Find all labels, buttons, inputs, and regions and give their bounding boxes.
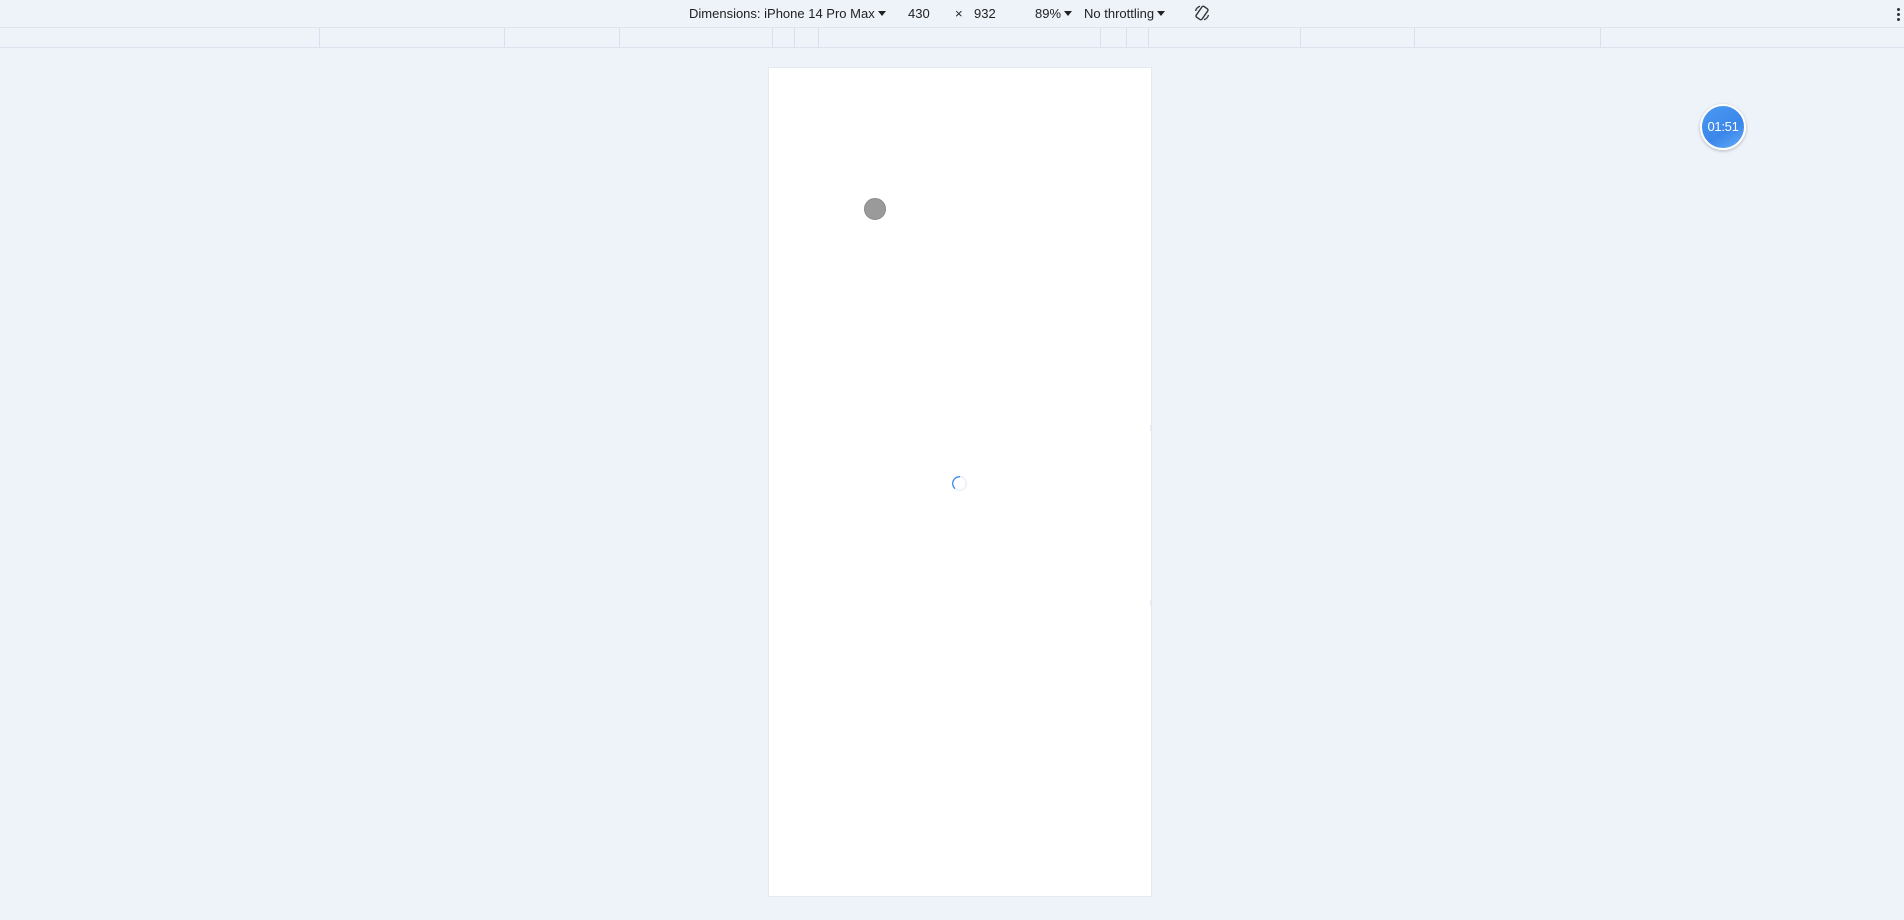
more-options-icon[interactable] bbox=[1897, 8, 1900, 22]
loading-spinner-icon bbox=[952, 476, 967, 491]
height-input[interactable]: 932 bbox=[974, 6, 996, 22]
times-symbol: × bbox=[955, 6, 963, 21]
timer-badge[interactable]: 01:51 bbox=[1700, 104, 1746, 150]
width-input[interactable]: 430 bbox=[908, 6, 930, 22]
ruler-tick bbox=[504, 28, 505, 47]
touch-cursor-indicator bbox=[864, 198, 886, 220]
device-viewport[interactable] bbox=[768, 67, 1152, 897]
rotate-button[interactable] bbox=[1193, 4, 1211, 21]
ruler-tick bbox=[1300, 28, 1301, 47]
ruler-tick bbox=[772, 28, 773, 47]
media-query-ruler[interactable] bbox=[0, 28, 1904, 48]
chevron-down-icon bbox=[1157, 11, 1166, 16]
ruler-tick bbox=[1126, 28, 1127, 47]
resize-handle-mark bbox=[1150, 600, 1152, 606]
chevron-down-icon bbox=[877, 11, 886, 16]
ruler-tick bbox=[818, 28, 819, 47]
ruler-tick bbox=[794, 28, 795, 47]
zoom-dropdown[interactable]: 89% bbox=[1035, 6, 1073, 22]
dimensions-dropdown[interactable]: Dimensions: iPhone 14 Pro Max bbox=[689, 6, 886, 22]
throttling-label: No throttling bbox=[1084, 6, 1155, 21]
ruler-tick bbox=[1100, 28, 1101, 47]
resize-handle-mark bbox=[1150, 425, 1152, 431]
ruler-tick bbox=[1414, 28, 1415, 47]
chevron-down-icon bbox=[1064, 11, 1073, 16]
throttling-dropdown[interactable]: No throttling bbox=[1084, 6, 1166, 22]
device-toolbar: Dimensions: iPhone 14 Pro Max 430 × 932 … bbox=[0, 0, 1904, 28]
ruler-tick bbox=[1148, 28, 1149, 47]
dimensions-label: Dimensions: iPhone 14 Pro Max bbox=[689, 6, 875, 21]
ruler-tick bbox=[619, 28, 620, 47]
rotate-device-icon bbox=[1194, 5, 1210, 21]
ruler-tick bbox=[319, 28, 320, 47]
zoom-label: 89% bbox=[1035, 6, 1062, 21]
ruler-tick bbox=[1600, 28, 1601, 47]
